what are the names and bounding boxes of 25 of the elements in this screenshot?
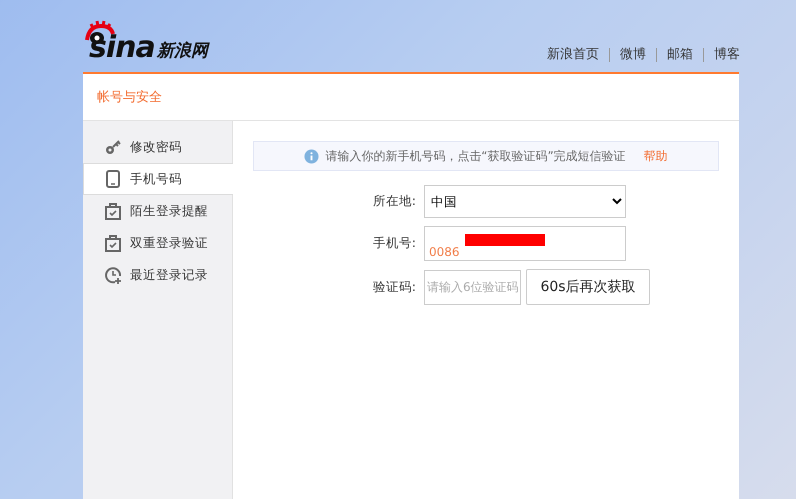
sidebar-item[interactable]: 手机号码 xyxy=(83,163,233,195)
nav-link[interactable]: 微博 xyxy=(609,48,656,62)
sidebar-item[interactable]: 最近登录记录 xyxy=(83,259,232,291)
resend-code-button[interactable]: 60s后再次获取 xyxy=(526,269,650,305)
sidebar-item[interactable]: 双重登录验证 xyxy=(83,227,232,259)
field-label: 验证码: xyxy=(372,278,417,296)
notice-text: 请输入你的新手机号码，点击“获取验证码”完成短信验证 xyxy=(325,148,626,164)
key-icon xyxy=(104,138,122,156)
nav-link[interactable]: 博客 xyxy=(703,48,740,62)
code-input[interactable]: 请输入6位验证码 xyxy=(424,270,521,304)
logo-chinese-name: 新浪网 xyxy=(156,40,208,62)
phone-icon xyxy=(104,170,122,188)
nav-link[interactable]: 新浪首页 xyxy=(537,48,609,62)
clock-icon xyxy=(104,266,122,284)
nav-link[interactable]: 邮箱 xyxy=(656,48,703,62)
checklist-icon xyxy=(104,202,122,220)
country-code: 0086 xyxy=(429,245,460,259)
sidebar-item[interactable]: 陌生登录提醒 xyxy=(83,195,232,227)
region-select[interactable]: 中国 xyxy=(424,185,626,218)
logo-wordmark: sina xyxy=(89,34,155,62)
info-icon xyxy=(304,148,320,164)
field-label: 所在地: xyxy=(372,193,417,210)
checklist-icon xyxy=(104,234,122,252)
sidebar-item[interactable]: 修改密码 xyxy=(83,131,232,163)
field-label: 手机号: xyxy=(372,235,417,252)
